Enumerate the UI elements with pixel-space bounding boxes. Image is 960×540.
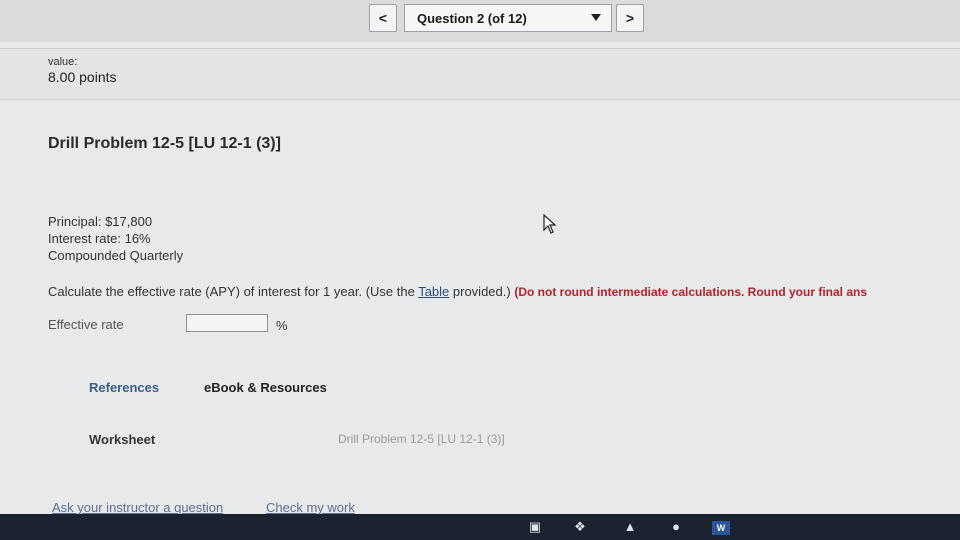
value-points: 8.00 points bbox=[48, 69, 117, 85]
effective-rate-label: Effective rate bbox=[48, 317, 124, 332]
tab-ebook-resources[interactable]: eBook & Resources bbox=[204, 380, 327, 395]
question-selector-label: Question 2 (of 12) bbox=[417, 10, 527, 26]
chevron-right-icon: > bbox=[625, 10, 635, 26]
chevron-icon[interactable]: ▲ bbox=[622, 520, 638, 534]
ask-instructor-link[interactable]: Ask your instructor a question bbox=[52, 500, 223, 515]
lock-icon[interactable]: ▣ bbox=[527, 520, 543, 534]
value-label: value: bbox=[48, 56, 78, 68]
word-icon[interactable]: W bbox=[712, 521, 730, 535]
instruction-text-after: provided.) bbox=[449, 284, 515, 299]
dropbox-icon[interactable]: ❖ bbox=[572, 520, 588, 534]
chevron-down-icon bbox=[591, 14, 601, 21]
instructions: Calculate the effective rate (APY) of in… bbox=[48, 284, 960, 299]
table-link[interactable]: Table bbox=[418, 284, 449, 299]
rounding-warning: (Do not round intermediate calculations.… bbox=[514, 285, 868, 299]
compounding-text: Compounded Quarterly bbox=[48, 248, 184, 263]
taskbar bbox=[0, 514, 960, 540]
chrome-icon[interactable]: ● bbox=[668, 520, 684, 534]
instruction-text: Calculate the effective rate (APY) of in… bbox=[48, 284, 419, 299]
percent-unit: % bbox=[276, 318, 288, 333]
value-bar bbox=[0, 48, 960, 100]
worksheet-label: Worksheet bbox=[89, 432, 156, 447]
effective-rate-input[interactable] bbox=[186, 314, 268, 332]
problem-title: Drill Problem 12-5 [LU 12-1 (3)] bbox=[48, 135, 281, 152]
next-question-button[interactable]: > bbox=[616, 4, 644, 32]
mouse-pointer-icon bbox=[543, 214, 557, 234]
tab-references[interactable]: References bbox=[89, 380, 159, 395]
principal-text: Principal: $17,800 bbox=[48, 214, 153, 229]
question-selector[interactable]: Question 2 (of 12) bbox=[404, 4, 612, 32]
worksheet-value: Drill Problem 12-5 [LU 12-1 (3)] bbox=[338, 432, 505, 446]
previous-question-button[interactable]: < bbox=[369, 4, 397, 32]
interest-rate-text: Interest rate: 16% bbox=[48, 231, 151, 246]
check-my-work-link[interactable]: Check my work bbox=[266, 500, 355, 515]
chevron-left-icon: < bbox=[378, 10, 388, 26]
